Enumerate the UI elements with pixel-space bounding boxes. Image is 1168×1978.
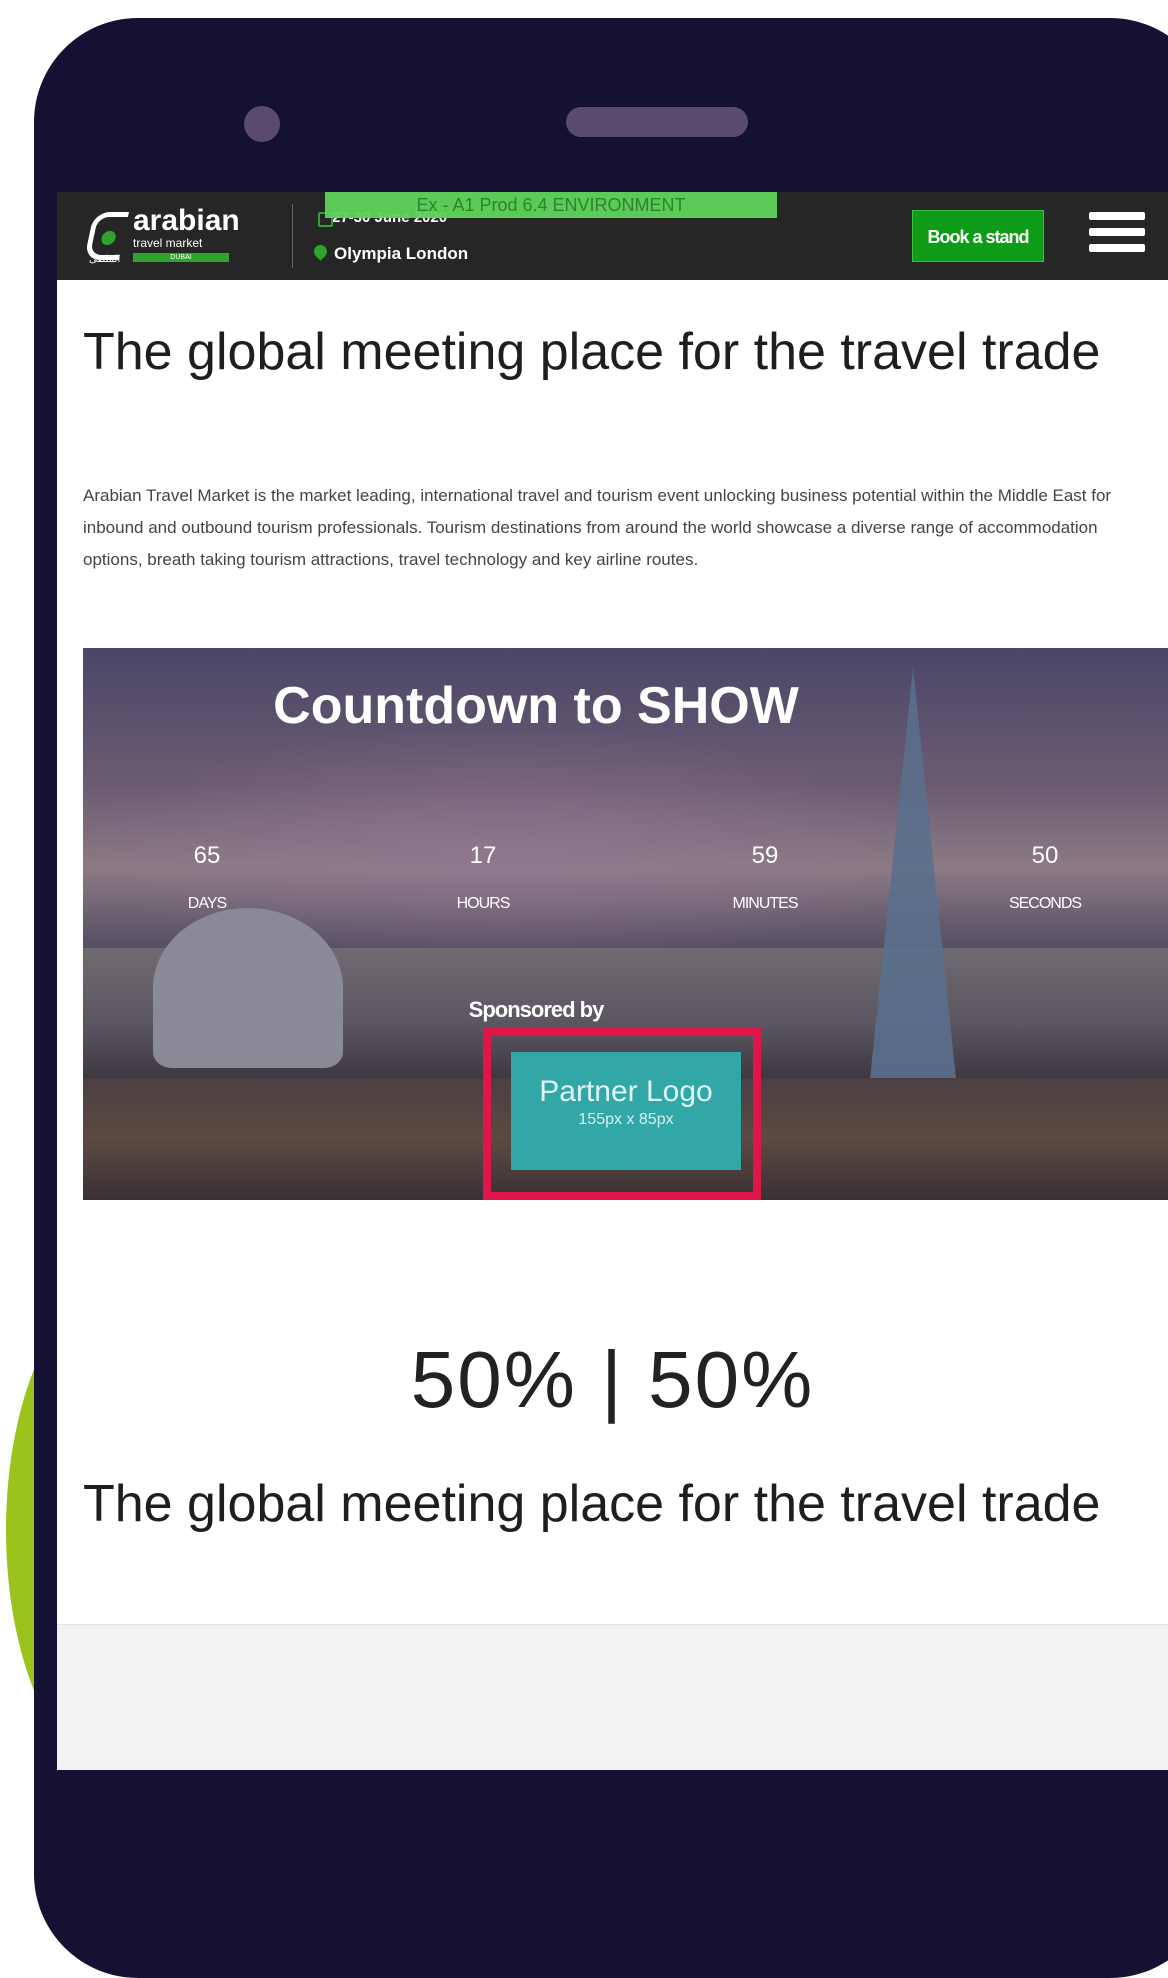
section-title: The global meeting place for the travel … xyxy=(83,1475,1101,1533)
logo-arabic: الملتقى xyxy=(89,254,121,265)
countdown-seconds-value: 50 xyxy=(1031,842,1059,869)
intro-paragraph: Arabian Travel Market is the market lead… xyxy=(83,486,1112,569)
event-location: Olympia London xyxy=(311,242,469,266)
logo-icon xyxy=(83,212,130,260)
partner-logo-highlight: Partner Logo 155px x 85px xyxy=(483,1028,761,1200)
split-percentage: 50% | 50% xyxy=(410,1335,815,1424)
countdown-days-value: 65 xyxy=(193,842,221,869)
city-hall-building xyxy=(153,908,343,1068)
phone-screen: arabian travel market الملتقى DUBAI 27-3… xyxy=(57,192,1168,1770)
page-title: The global meeting place for the travel … xyxy=(83,323,1101,381)
countdown-hours-value: 17 xyxy=(469,842,497,869)
event-location-text: Olympia London xyxy=(334,244,469,263)
logo-bar: DUBAI xyxy=(133,253,229,262)
countdown-days-label: DAYS xyxy=(187,895,227,912)
hamburger-menu-icon[interactable] xyxy=(1089,212,1145,260)
logo-subtext: travel market xyxy=(133,236,203,250)
logo-text: arabian xyxy=(133,204,240,237)
header-divider xyxy=(292,204,293,268)
book-stand-button[interactable]: Book a stand xyxy=(912,210,1044,262)
sponsored-by-label: Sponsored by xyxy=(468,997,605,1022)
environment-banner: Ex - A1 Prod 6.4 ENVIRONMENT xyxy=(325,192,777,218)
partner-logo[interactable]: Partner Logo 155px x 85px xyxy=(511,1052,741,1170)
speaker-slot xyxy=(566,107,748,137)
countdown-minutes-value: 59 xyxy=(751,842,779,869)
site-header: arabian travel market الملتقى DUBAI 27-3… xyxy=(57,192,1168,280)
countdown-minutes-label: MINUTES xyxy=(732,895,799,912)
countdown-banner: Countdown to SHOW 65 DAYS 17 HOURS 59 MI… xyxy=(83,648,1168,1200)
footer-strip xyxy=(57,1624,1168,1770)
site-logo[interactable]: arabian travel market الملتقى DUBAI xyxy=(83,204,259,268)
partner-logo-size: 155px x 85px xyxy=(578,1111,674,1128)
countdown-seconds-label: SECONDS xyxy=(1008,895,1082,912)
camera-icon xyxy=(244,106,280,142)
countdown-title: Countdown to SHOW xyxy=(273,677,799,735)
location-pin-icon xyxy=(311,242,330,261)
countdown-hours-label: HOURS xyxy=(456,895,511,912)
partner-logo-text: Partner Logo xyxy=(539,1075,713,1108)
